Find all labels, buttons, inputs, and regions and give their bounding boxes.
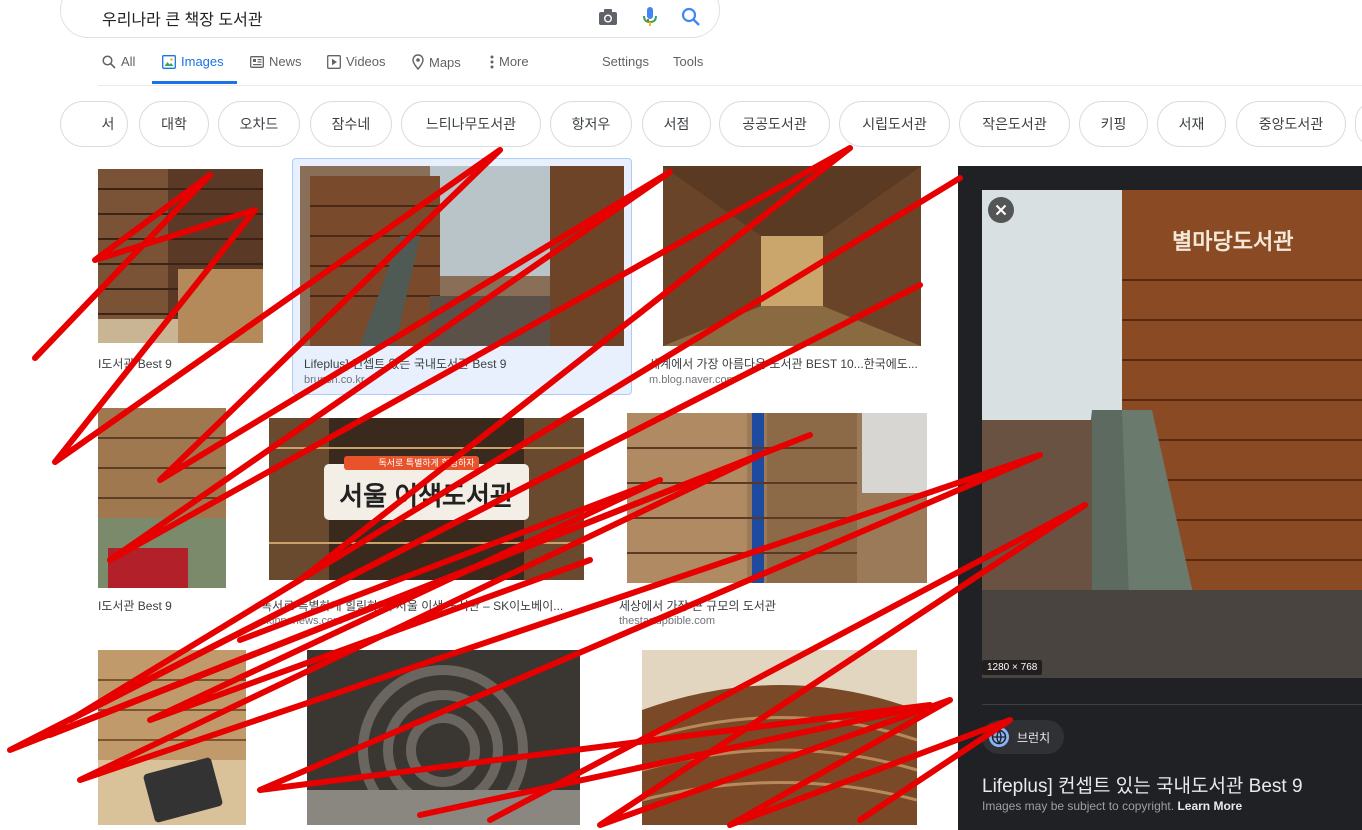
chip[interactable]: 잠수네 — [310, 101, 392, 147]
chip[interactable]: 오차드 — [218, 101, 300, 147]
tab-label: All — [121, 54, 136, 69]
result-image-9[interactable] — [642, 650, 917, 825]
image-dimensions: 1280 × 768 — [982, 660, 1043, 675]
result-5-sign-text: 서울 이색도서관 — [339, 481, 514, 511]
tab-tools[interactable]: Tools — [673, 54, 703, 69]
result-source-5: skinnonews.com — [261, 615, 343, 627]
tab-news[interactable]: News — [250, 54, 302, 69]
chip[interactable]: 작은도서관 — [959, 101, 1070, 147]
result-image-4[interactable] — [98, 408, 226, 588]
result-image-3[interactable] — [663, 166, 921, 346]
tab-all[interactable]: All — [102, 54, 135, 69]
chip[interactable]: 대학 — [139, 101, 209, 147]
tab-label: Videos — [346, 54, 386, 69]
chip[interactable]: 항저우 — [550, 101, 632, 147]
tab-maps[interactable]: Maps — [412, 54, 461, 70]
result-source-6: thestartupbible.com — [619, 615, 715, 627]
chip[interactable]: 서재 — [1157, 101, 1226, 147]
mic-icon[interactable] — [639, 6, 661, 28]
result-caption-4[interactable]: I도서관 Best 9 — [98, 597, 248, 614]
result-caption-6[interactable]: 세상에서 가장 큰 규모의 도서관 — [619, 597, 919, 614]
result-image-7[interactable] — [98, 650, 246, 825]
tab-more[interactable]: More — [490, 54, 529, 69]
close-icon — [995, 204, 1007, 216]
source-chip[interactable]: 브런치 — [982, 720, 1064, 754]
source-name: 브런치 — [1017, 730, 1051, 745]
preview-image-sign: 별마당도서관 — [1172, 229, 1294, 254]
result-caption-2[interactable]: Lifeplus] 컨셉트 있는 국내도서관 Best 9 — [304, 355, 624, 372]
result-image-2[interactable] — [300, 166, 624, 346]
tab-label: Tools — [673, 54, 704, 69]
search-icon[interactable] — [680, 6, 702, 28]
close-button[interactable] — [988, 197, 1014, 223]
chip[interactable]: 서 — [60, 101, 128, 147]
camera-icon[interactable] — [597, 6, 619, 28]
news-icon — [250, 55, 264, 68]
play-icon — [327, 54, 341, 69]
active-tab-indicator — [152, 81, 237, 84]
tab-label: Images — [181, 54, 224, 69]
chip[interactable]: 시립도서관 — [839, 101, 950, 147]
result-image-8[interactable] — [307, 650, 580, 825]
chip[interactable]: 서점 — [642, 101, 711, 147]
tab-label: News — [269, 54, 302, 69]
copyright-notice: Images may be subject to copyright. Lear… — [982, 799, 1242, 813]
more-vert-icon — [490, 55, 494, 68]
tab-label: Maps — [429, 54, 461, 70]
globe-icon — [989, 727, 1009, 747]
chip[interactable]: 공공도서관 — [719, 101, 830, 147]
search-icon — [102, 54, 116, 69]
learn-more-link[interactable]: Learn More — [1177, 799, 1242, 813]
chip[interactable]: 중앙도서관 — [1236, 101, 1346, 147]
tab-settings[interactable]: Settings — [602, 54, 649, 69]
copyright-text: Images may be subject to copyright. — [982, 799, 1175, 813]
preview-image[interactable] — [982, 190, 1362, 678]
chip[interactable]: 느티나무도서관 — [401, 101, 541, 147]
result-5-sign-sub: 독서로 특별하게 힐링하자 — [378, 458, 475, 468]
panel-divider — [982, 704, 1362, 705]
result-caption-1[interactable]: I도서관 Best 9 — [98, 355, 268, 372]
tab-label: More — [499, 54, 529, 69]
chip[interactable]: 키핑 — [1079, 101, 1148, 147]
tab-label: Settings — [602, 54, 649, 69]
tabs-divider — [98, 85, 1362, 86]
preview-title[interactable]: Lifeplus] 컨셉트 있는 국내도서관 Best 9 — [982, 771, 1303, 798]
result-caption-5[interactable]: 독서로 특별하게 힐링하자, 서울 이색 도서관 – SK이노베이... — [261, 597, 586, 614]
result-image-1[interactable] — [98, 169, 263, 343]
tab-videos[interactable]: Videos — [327, 54, 386, 69]
chip[interactable] — [1355, 101, 1362, 147]
result-source-3: m.blog.naver.com — [649, 374, 736, 386]
result-image-6[interactable] — [627, 413, 927, 583]
map-pin-icon — [412, 54, 424, 70]
search-query-input[interactable]: 우리나라 큰 책장 도서관 — [102, 6, 263, 30]
result-source-2: brunch.co.kr — [304, 374, 365, 386]
image-icon — [162, 54, 176, 69]
tab-images[interactable]: Images — [162, 54, 224, 69]
result-caption-3[interactable]: 세계에서 가장 아름다운 도서관 BEST 10...한국에도... — [649, 355, 934, 372]
